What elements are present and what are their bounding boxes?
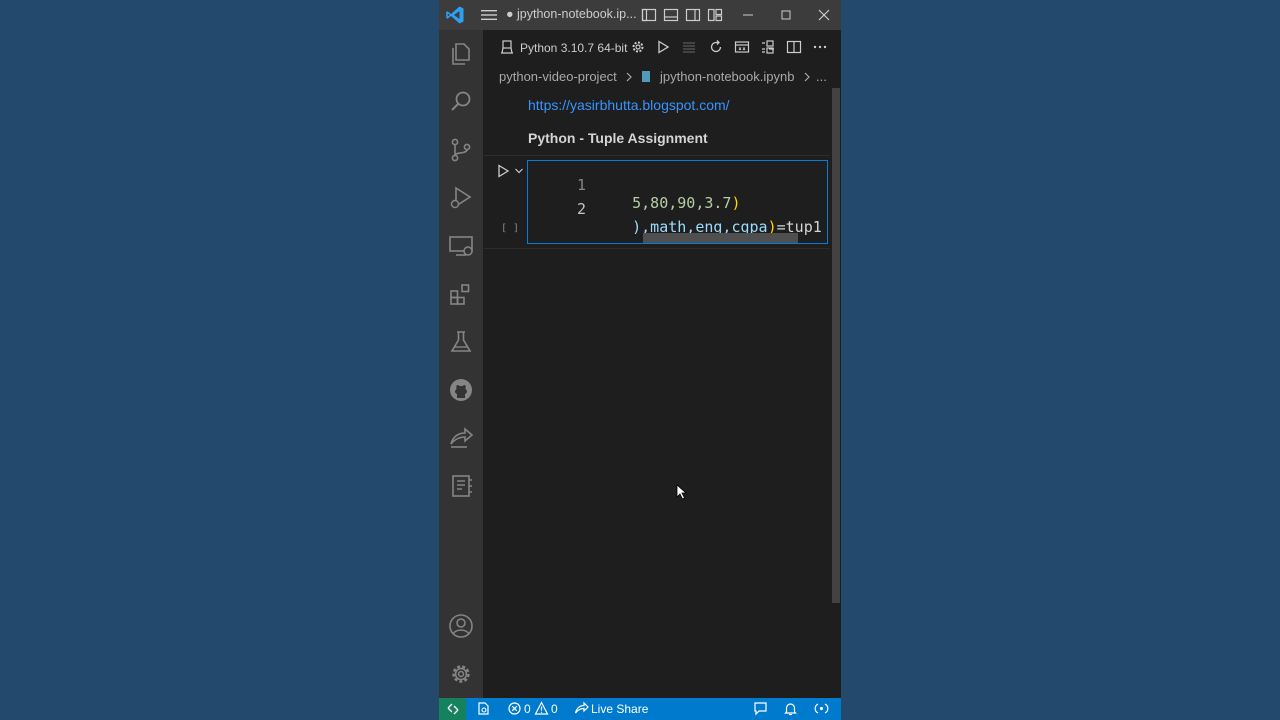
run-cell-icon[interactable] (495, 163, 511, 179)
variables-icon[interactable] (734, 39, 750, 55)
warning-count[interactable]: 0 (551, 702, 558, 716)
notebook-icon[interactable] (447, 472, 475, 500)
close-icon[interactable] (814, 5, 834, 25)
remote-icon (447, 703, 459, 715)
vertical-scrollbar[interactable] (832, 88, 840, 603)
error-count[interactable]: 0 (524, 702, 531, 716)
maximize-icon[interactable] (776, 5, 796, 25)
outline-icon[interactable] (760, 39, 776, 55)
vscode-logo-icon (446, 6, 464, 24)
code-cell-editor[interactable]: 1 2 5,80,90,3.7) ),math,eng,cgpa)=tup1 (527, 160, 828, 244)
kernel-selector[interactable]: Python 3.10.7 64-bit (520, 41, 627, 55)
python-env-icon[interactable] (476, 701, 491, 716)
restart-kernel-icon[interactable] (708, 39, 724, 55)
notifications-bell-icon[interactable] (783, 701, 798, 716)
markdown-heading: Python - Tuple Assignment (528, 130, 708, 146)
settings-gear-icon[interactable] (447, 660, 475, 688)
github-icon[interactable] (447, 376, 475, 404)
horizontal-scrollbar[interactable] (643, 233, 798, 243)
live-share-label[interactable]: Live Share (591, 702, 648, 716)
customize-layout-icon[interactable] (707, 7, 723, 23)
remote-indicator[interactable] (439, 698, 466, 720)
status-bar: 0 0 Live Share (439, 698, 841, 720)
toggle-primary-sidebar-icon[interactable] (641, 7, 657, 23)
chevron-down-icon[interactable] (514, 166, 524, 176)
notebook-file-icon (642, 71, 650, 82)
clear-outputs-icon[interactable] (681, 39, 697, 55)
notebook-toolbar: Python 3.10.7 64-bit (483, 30, 841, 65)
cell-divider (484, 155, 830, 156)
title-bar: ● jpython-notebook.ip... (439, 0, 841, 30)
breadcrumb-folder[interactable]: python-video-project (499, 69, 617, 84)
source-control-icon[interactable] (447, 136, 475, 164)
warning-icon[interactable] (534, 701, 549, 716)
chevron-right-icon (804, 72, 810, 82)
minimize-icon[interactable] (738, 5, 758, 25)
cell-divider (484, 248, 830, 249)
toggle-panel-icon[interactable] (663, 7, 679, 23)
more-actions-icon[interactable] (812, 39, 828, 55)
testing-icon[interactable] (447, 328, 475, 356)
line-number: 2 (576, 200, 586, 218)
breadcrumb-file[interactable]: jpython-notebook.ipynb (660, 69, 794, 84)
feedback-icon[interactable] (753, 701, 768, 716)
run-debug-icon[interactable] (447, 184, 475, 212)
window-title: ● jpython-notebook.ip... (506, 7, 637, 21)
error-icon[interactable] (507, 701, 522, 716)
remote-explorer-icon[interactable] (447, 232, 475, 260)
accounts-icon[interactable] (447, 612, 475, 640)
run-all-icon[interactable] (655, 39, 671, 55)
chevron-right-icon (626, 72, 632, 82)
live-share-icon[interactable] (447, 424, 475, 452)
notebook-settings-icon[interactable] (630, 39, 646, 55)
split-editor-icon[interactable] (786, 39, 802, 55)
toggle-secondary-sidebar-icon[interactable] (685, 7, 701, 23)
breadcrumb-more[interactable]: ... (816, 69, 827, 84)
breadcrumb: python-video-project jpython-notebook.ip… (483, 66, 841, 88)
line-number: 1 (576, 176, 586, 194)
explorer-icon[interactable] (447, 40, 475, 68)
search-icon[interactable] (447, 88, 475, 116)
live-share-icon[interactable] (574, 701, 589, 716)
mouse-pointer-icon (676, 484, 688, 500)
sync-icon[interactable] (814, 701, 829, 716)
menu-icon[interactable] (480, 7, 498, 23)
kernel-icon (501, 40, 513, 54)
markdown-link[interactable]: https://yasirbhutta.blogspot.com/ (528, 97, 730, 113)
activity-bar (439, 30, 483, 698)
execution-count: [ ] (501, 223, 520, 234)
extensions-icon[interactable] (447, 280, 475, 308)
